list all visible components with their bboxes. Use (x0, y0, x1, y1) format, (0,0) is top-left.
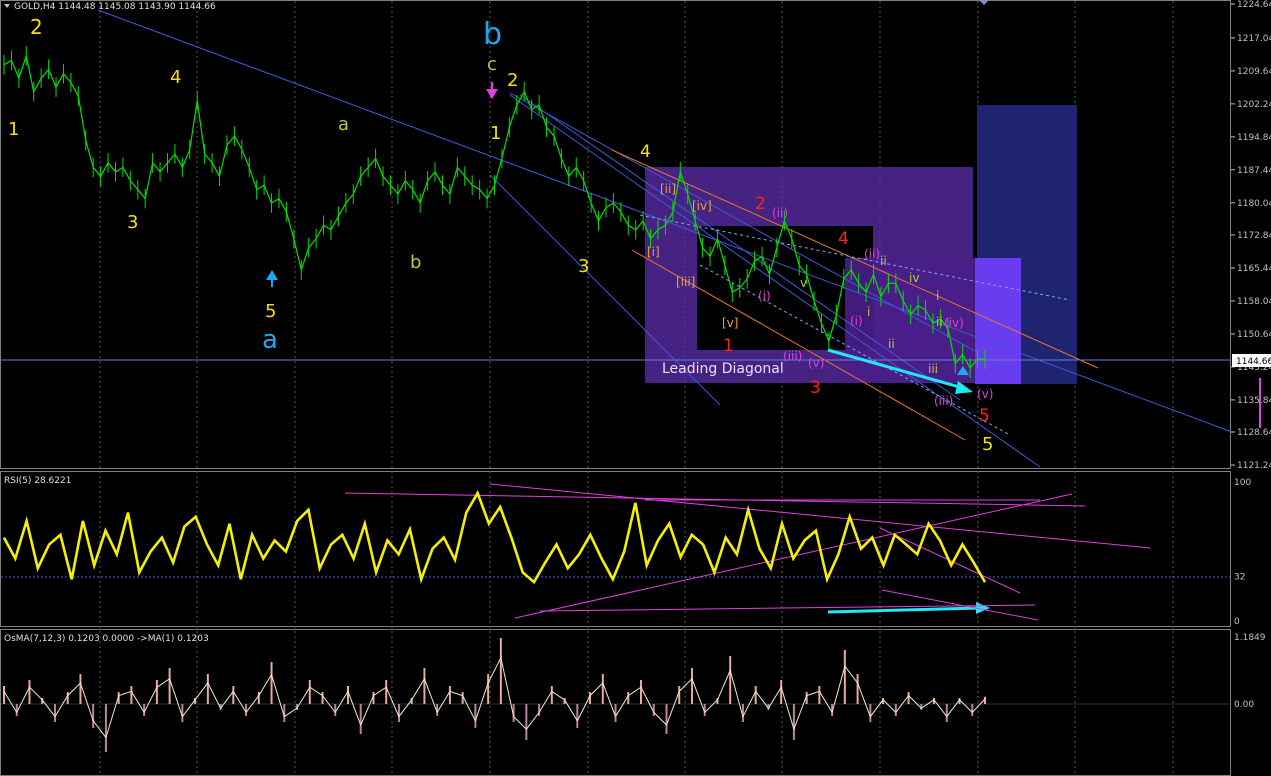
wave-label: i (936, 289, 939, 303)
wave-label: ii (888, 337, 895, 351)
wave-label: 4 (640, 142, 651, 162)
chart-title: GOLD,H4 1144.48 1145.08 1143.90 1144.66 (14, 2, 216, 12)
wave-label: (v) (977, 387, 993, 401)
current-price-value: 1144.66 (1236, 357, 1271, 367)
wave-label: (ii) (864, 247, 880, 261)
price-tick-label: 1150.64 (1237, 330, 1271, 340)
wave-label: 3 (127, 212, 138, 233)
rsi-tick-label: 32 (1234, 573, 1245, 583)
price-tick-label: 1209.64 (1237, 67, 1271, 77)
price-tick-label: 1202.24 (1237, 100, 1271, 110)
wave-label: [i] (647, 245, 660, 259)
wave-label: (iv) (944, 316, 964, 330)
wave-label: (iii) (783, 349, 802, 363)
wave-label: [ii] (660, 182, 676, 196)
wave-label: c (487, 54, 497, 75)
violet-box (975, 258, 1021, 384)
wave-label: (iii) (934, 394, 953, 408)
wave-label: (ii) (772, 206, 788, 220)
price-axis: 1224.64 1217.04 1209.64 1202.24 1194.84 1187.… (1231, 0, 1271, 471)
wave-label: (v) (808, 356, 824, 370)
wave-label: iv (909, 271, 919, 285)
wave-label: ii (936, 315, 943, 329)
wave-label: b (410, 252, 421, 273)
rsi-title: RSI(5) 28.6221 (4, 476, 71, 486)
wave-label: 4 (170, 67, 181, 88)
price-tick-label: 1158.04 (1237, 297, 1271, 307)
wave-label: 1 (723, 336, 734, 356)
wave-label: [iii] (676, 275, 695, 289)
wave-label: ii (880, 254, 887, 268)
wave-label: a (338, 114, 349, 135)
wave-label: i (867, 305, 870, 319)
wave-label: 3 (810, 378, 821, 398)
rsi-tick-label: 0 (1234, 617, 1240, 627)
price-tick-label: 1187.44 (1237, 166, 1271, 176)
wave-label: 2 (507, 70, 518, 91)
price-tick-label: 1194.84 (1237, 133, 1271, 143)
price-tick-label: 1128.64 (1237, 428, 1271, 438)
wave-label: b (483, 17, 502, 52)
wave-label: 5 (979, 406, 990, 426)
osma-title: OsMA(7,12,3) 0.1203 0.0000 ->MA(1) 0.120… (4, 634, 209, 644)
wave-label: [iv] (692, 199, 712, 213)
price-tick-label: 1172.84 (1237, 231, 1271, 241)
osma-tick-label: 1.1849 (1234, 633, 1266, 643)
osma-tick-label: 0.00 (1234, 700, 1254, 710)
wave-label: a (262, 325, 278, 355)
wave-label: 1 (8, 119, 19, 140)
price-tick-label: 1121.24 (1237, 461, 1271, 471)
wave-label: 4 (838, 229, 849, 249)
wave-label: iii (928, 362, 938, 376)
wave-label: 2 (755, 194, 766, 214)
price-tick-label: 1135.84 (1237, 396, 1271, 406)
wave-label: (i) (850, 314, 863, 328)
price-tick-label: 1217.04 (1237, 34, 1271, 44)
price-tick-label: 1165.44 (1237, 264, 1271, 274)
chart-canvas: 21345aabbc2143[ii][iv][i][iii][v]12 (ii)(… (0, 0, 1271, 776)
leading-diagonal-label: Leading Diagonal (662, 361, 784, 377)
wave-label: 1 (490, 123, 501, 144)
wave-label: 2 (30, 15, 43, 39)
wave-label: 5 (265, 301, 276, 322)
price-tick-label: 1224.64 (1237, 0, 1271, 10)
rsi-tick-label: 100 (1234, 478, 1251, 488)
wave-label: [v] (722, 316, 738, 330)
price-tick-label: 1180.04 (1237, 199, 1271, 209)
wave-label: (i) (758, 289, 771, 303)
wave-label: v (800, 276, 807, 290)
wave-label: 5 (982, 434, 993, 455)
wave-label: 3 (578, 256, 589, 277)
